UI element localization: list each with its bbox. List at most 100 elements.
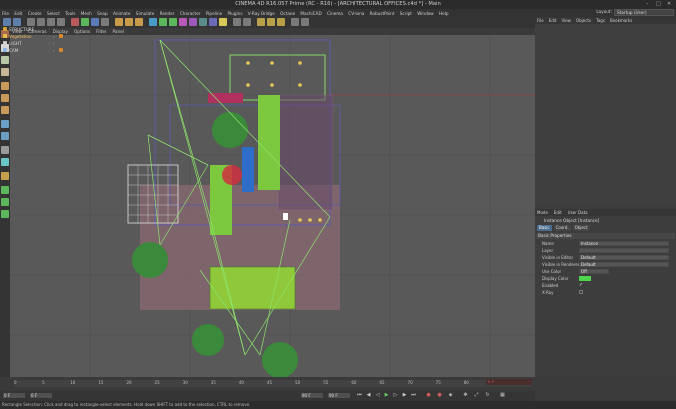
edges-mode-icon[interactable] bbox=[1, 94, 9, 102]
visible-editor-select[interactable]: Default bbox=[579, 255, 669, 260]
om-menu-edit[interactable]: Edit bbox=[549, 18, 557, 23]
menu-cinema[interactable]: Cinema bbox=[327, 11, 343, 16]
workplane-mode-icon[interactable] bbox=[1, 68, 9, 76]
previous-frame-icon[interactable]: ◁ bbox=[374, 392, 381, 399]
next-key-icon[interactable]: ▶ bbox=[401, 392, 408, 399]
subdivision-icon[interactable] bbox=[169, 18, 177, 26]
deformer-icon[interactable] bbox=[189, 18, 197, 26]
om-menu-bookmarks[interactable]: Bookmarks bbox=[610, 18, 632, 23]
menu-create[interactable]: Create bbox=[28, 11, 42, 16]
sculpt-icon[interactable] bbox=[1, 186, 9, 194]
hair-icon[interactable] bbox=[1, 198, 9, 206]
om-menu-tags[interactable]: Tags bbox=[596, 18, 605, 23]
y-axis-icon[interactable] bbox=[81, 18, 89, 26]
previous-key-icon[interactable]: ◀ bbox=[365, 392, 372, 399]
texture-mode-icon[interactable] bbox=[1, 56, 9, 64]
object-row-structure[interactable]: STRUCTURE ⋮ ✓ bbox=[0, 26, 141, 33]
layout-select[interactable]: Startup (User) bbox=[614, 9, 674, 16]
x-axis-icon[interactable] bbox=[71, 18, 79, 26]
menu-simulate[interactable]: Simulate bbox=[136, 11, 155, 16]
menu-robustpaint[interactable]: RobustPaint bbox=[370, 11, 395, 16]
close-button[interactable]: ✕ bbox=[667, 1, 671, 7]
visibility-dots[interactable]: ⋮ ✓ bbox=[47, 48, 56, 53]
viewport-perspective[interactable] bbox=[10, 35, 535, 377]
array-icon[interactable] bbox=[179, 18, 187, 26]
am-menu-edit[interactable]: Edit bbox=[554, 210, 562, 215]
menu-tools[interactable]: Tools bbox=[65, 11, 75, 16]
render-settings-icon[interactable] bbox=[135, 18, 143, 26]
points-mode-icon[interactable] bbox=[1, 82, 9, 90]
undo-icon[interactable] bbox=[3, 18, 11, 26]
camera-icon[interactable] bbox=[209, 18, 217, 26]
polygons-mode-icon[interactable] bbox=[1, 106, 9, 114]
om-menu-view[interactable]: View bbox=[561, 18, 571, 23]
play-icon[interactable]: ▶ bbox=[383, 392, 390, 399]
tab-basic[interactable]: Basic bbox=[537, 225, 552, 231]
visibility-dots[interactable]: ⋮ ✓ bbox=[47, 27, 56, 32]
keyframe-selection-icon[interactable]: ◈ bbox=[447, 392, 454, 399]
menu-plugins[interactable]: Plugins bbox=[228, 11, 243, 16]
visible-renderer-select[interactable]: Default bbox=[579, 262, 669, 267]
floor-icon[interactable] bbox=[199, 18, 207, 26]
light-icon[interactable] bbox=[219, 18, 227, 26]
menu-mesh[interactable]: Mesh bbox=[81, 11, 92, 16]
render-view-icon[interactable] bbox=[115, 18, 123, 26]
plugin-icon[interactable] bbox=[233, 18, 241, 26]
coordinate-system-icon[interactable] bbox=[101, 18, 109, 26]
cube-icon[interactable] bbox=[149, 18, 157, 26]
plugin-icon-2[interactable] bbox=[243, 18, 251, 26]
scale-key-icon[interactable]: ⤢ bbox=[473, 392, 480, 399]
axis-mode-icon[interactable] bbox=[1, 120, 9, 128]
visibility-dots[interactable]: ⋮ ✓ bbox=[47, 41, 56, 46]
workplane-icon[interactable] bbox=[301, 18, 309, 26]
vray-proxy-icon[interactable] bbox=[277, 18, 285, 26]
pen-spline-icon[interactable] bbox=[159, 18, 167, 26]
position-key-icon[interactable]: ✥ bbox=[462, 392, 469, 399]
vray-icon[interactable] bbox=[257, 18, 265, 26]
menu-script[interactable]: Script bbox=[400, 11, 412, 16]
menu-help[interactable]: Help bbox=[439, 11, 449, 16]
menu-window[interactable]: Window bbox=[417, 11, 434, 16]
menu-animate[interactable]: Animate bbox=[113, 11, 131, 16]
menu-vray-bridge[interactable]: V-Ray Bridge bbox=[248, 11, 275, 16]
render-picture-viewer-icon[interactable] bbox=[125, 18, 133, 26]
scale-icon[interactable] bbox=[47, 18, 55, 26]
menu-file[interactable]: File bbox=[2, 11, 9, 16]
select-arrow-icon[interactable] bbox=[27, 18, 35, 26]
timeline-ruler[interactable] bbox=[14, 380, 532, 387]
vray-lights-icon[interactable] bbox=[267, 18, 275, 26]
layer-field[interactable] bbox=[579, 248, 669, 253]
bp-paint-icon[interactable] bbox=[1, 172, 9, 180]
snap-toggle-icon[interactable] bbox=[1, 146, 9, 154]
am-menu-mode[interactable]: Mode bbox=[537, 210, 548, 215]
object-row-cam[interactable]: CAM ⋮ ✓ bbox=[0, 47, 141, 54]
am-menu-user-data[interactable]: User Data bbox=[568, 210, 588, 215]
menu-render[interactable]: Render bbox=[160, 11, 175, 16]
om-menu-objects[interactable]: Objects bbox=[576, 18, 591, 23]
timeline-options-icon[interactable]: ▦ bbox=[499, 392, 506, 399]
om-menu-file[interactable]: File bbox=[537, 18, 544, 23]
material-tag-icon[interactable] bbox=[58, 34, 63, 39]
solo-mode-icon[interactable] bbox=[1, 158, 9, 166]
tweak-mode-icon[interactable] bbox=[1, 132, 9, 140]
visibility-dots[interactable]: ⋮ ✓ bbox=[47, 34, 56, 39]
menu-snap[interactable]: Snap bbox=[97, 11, 108, 16]
maximize-button[interactable]: □ bbox=[656, 1, 661, 7]
menu-edit[interactable]: Edit bbox=[14, 11, 22, 16]
record-icon[interactable]: ● bbox=[425, 392, 432, 399]
object-row-light[interactable]: LIGHT ⋮ ✓ bbox=[0, 40, 141, 47]
rotation-key-icon[interactable]: ↻ bbox=[484, 392, 491, 399]
mograph-icon[interactable] bbox=[1, 210, 9, 218]
end-frame-field[interactable]: 90 F bbox=[301, 393, 323, 398]
use-color-select[interactable]: Off bbox=[579, 269, 609, 274]
next-frame-icon[interactable]: ▷ bbox=[392, 392, 399, 399]
snap-icon[interactable] bbox=[291, 18, 299, 26]
basic-properties-section[interactable]: Basic Properties bbox=[536, 233, 675, 239]
scene-canvas[interactable] bbox=[10, 35, 535, 377]
object-row-vegetation[interactable]: Vegetation ⋮ ✓ bbox=[0, 33, 141, 40]
menu-cv-iona[interactable]: CV-Iona bbox=[348, 11, 364, 16]
go-to-end-icon[interactable]: ⏭ bbox=[410, 392, 417, 399]
rotate-icon[interactable] bbox=[57, 18, 65, 26]
tab-coord[interactable]: Coord. bbox=[553, 225, 571, 231]
start-frame-field[interactable]: 0 F bbox=[3, 393, 25, 398]
